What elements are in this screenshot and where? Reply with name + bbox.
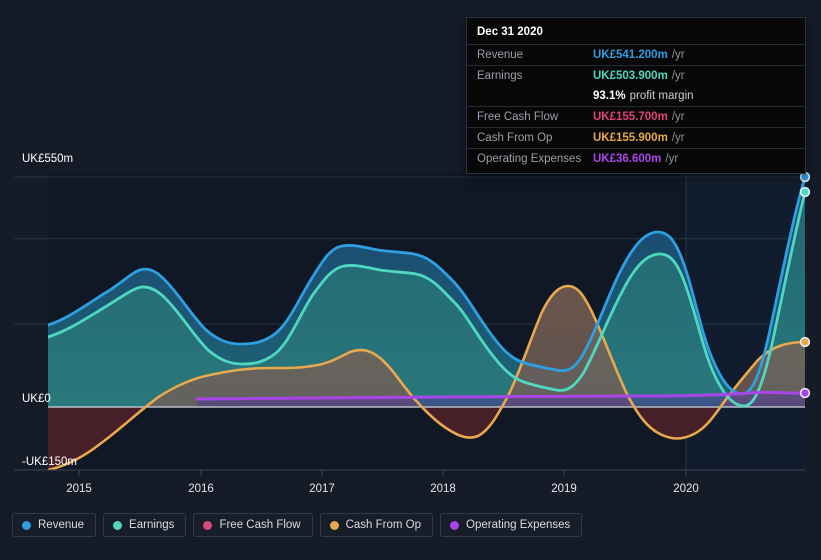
tooltip-row-earnings: Earnings UK£503.900m /yr <box>467 65 805 86</box>
x-tick-marks <box>78 470 687 476</box>
y-axis-label-bottom: -UK£150m <box>22 456 77 468</box>
legend-dot-cash-from-op-icon <box>329 520 339 530</box>
tooltip-unit-operating-expenses: /yr <box>665 153 679 165</box>
chart-legend: Revenue Earnings Free Cash Flow Cash Fro… <box>12 513 583 537</box>
tooltip-unit-free-cash-flow: /yr <box>671 111 685 123</box>
x-axis-label-2015: 2015 <box>66 483 92 495</box>
tooltip-value-free-cash-flow: UK£155.700m <box>593 111 668 123</box>
legend-item-free-cash-flow[interactable]: Free Cash Flow <box>193 513 313 537</box>
tooltip-sub-profit-margin: profit margin <box>629 90 694 102</box>
legend-dot-operating-expenses-icon <box>450 520 460 530</box>
tooltip-row-cash-from-op: Cash From Op UK£155.900m /yr <box>467 127 805 148</box>
legend-label-earnings: Earnings <box>129 519 175 531</box>
tooltip-value-revenue: UK£541.200m <box>593 49 668 61</box>
legend-label-cash-from-op: Cash From Op <box>345 519 422 531</box>
legend-item-earnings[interactable]: Earnings <box>103 513 187 537</box>
tooltip-unit-earnings: /yr <box>671 70 685 82</box>
tooltip-value-profit-margin: 93.1% <box>593 90 626 102</box>
tooltip-row-operating-expenses: Operating Expenses UK£36.600m /yr <box>467 148 805 169</box>
tooltip-label-operating-expenses: Operating Expenses <box>477 153 582 165</box>
cash-from-op-endpoint-marker <box>799 336 811 348</box>
legend-item-revenue[interactable]: Revenue <box>12 513 97 537</box>
tooltip-row-profit-margin: 93.1% profit margin <box>467 86 805 106</box>
tooltip-label-revenue: Revenue <box>477 49 524 61</box>
tooltip-label-free-cash-flow: Free Cash Flow <box>477 111 559 123</box>
tooltip-row-revenue: Revenue UK£541.200m /yr <box>467 44 805 65</box>
legend-dot-revenue-icon <box>22 520 31 530</box>
tooltip-row-free-cash-flow: Free Cash Flow UK£155.700m /yr <box>467 106 805 127</box>
y-axis-label-zero: UK£0 <box>22 393 51 405</box>
tooltip-value-cash-from-op: UK£155.900m <box>593 132 668 144</box>
chart-tooltip: Dec 31 2020 Revenue UK£541.200m /yr Earn… <box>466 17 806 174</box>
legend-dot-earnings-icon <box>113 520 123 530</box>
x-axis-label-2019: 2019 <box>551 483 577 495</box>
tooltip-label-cash-from-op: Cash From Op <box>477 132 553 144</box>
chart-page: UK£550m UK£0 -UK£150m 2015 2016 2017 201… <box>0 0 821 560</box>
legend-item-cash-from-op[interactable]: Cash From Op <box>319 513 434 537</box>
x-axis-label-2018: 2018 <box>430 483 456 495</box>
legend-dot-free-cash-flow-icon <box>203 520 213 530</box>
y-axis-label-top: UK£550m <box>22 153 73 165</box>
tooltip-unit-cash-from-op: /yr <box>671 132 685 144</box>
tooltip-value-earnings: UK£503.900m <box>593 70 668 82</box>
legend-label-free-cash-flow: Free Cash Flow <box>219 519 301 531</box>
x-axis-label-2016: 2016 <box>188 483 214 495</box>
tooltip-value-operating-expenses: UK£36.600m <box>593 153 662 165</box>
x-axis-label-2020: 2020 <box>673 483 699 495</box>
tooltip-label-earnings: Earnings <box>477 70 523 82</box>
legend-item-operating-expenses[interactable]: Operating Expenses <box>440 513 583 537</box>
tooltip-unit-revenue: /yr <box>671 49 685 61</box>
legend-label-operating-expenses: Operating Expenses <box>466 519 571 531</box>
x-axis-label-2017: 2017 <box>309 483 335 495</box>
legend-label-revenue: Revenue <box>38 519 85 531</box>
earnings-endpoint-marker <box>799 186 811 198</box>
operating-expenses-endpoint-marker <box>799 387 811 399</box>
tooltip-date: Dec 31 2020 <box>477 26 543 38</box>
